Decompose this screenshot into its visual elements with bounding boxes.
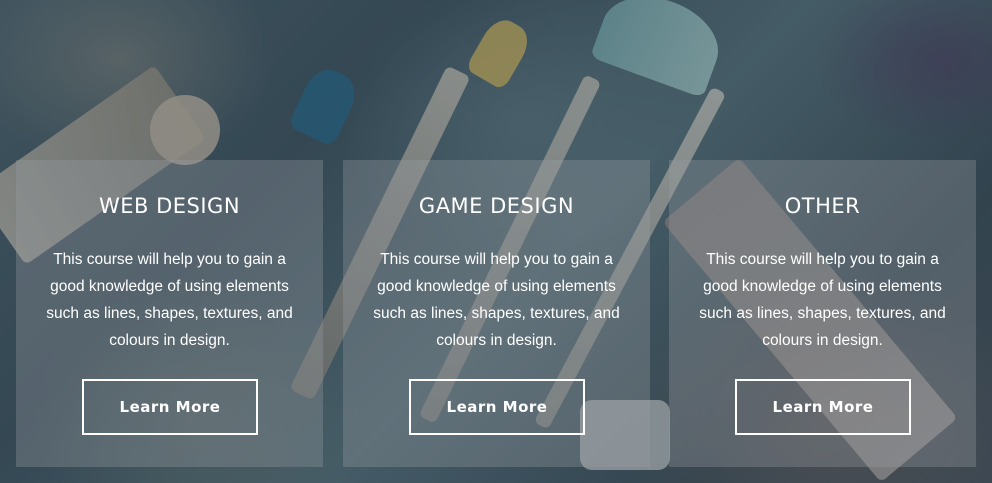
course-card-game-design: GAME DESIGN This course will help you to…	[343, 160, 650, 467]
learn-more-button[interactable]: Learn More	[409, 379, 585, 435]
card-description: This course will help you to gain a good…	[699, 251, 946, 349]
learn-more-button[interactable]: Learn More	[82, 379, 258, 435]
course-card-web-design: WEB DESIGN This course will help you to …	[16, 160, 323, 467]
card-description: This course will help you to gain a good…	[373, 251, 620, 349]
course-cards: WEB DESIGN This course will help you to …	[0, 0, 992, 483]
learn-more-button[interactable]: Learn More	[735, 379, 911, 435]
card-title: WEB DESIGN	[98, 194, 241, 218]
card-title: OTHER	[784, 194, 861, 218]
card-description: This course will help you to gain a good…	[46, 251, 293, 349]
card-title: GAME DESIGN	[418, 194, 575, 218]
course-card-other: OTHER This course will help you to gain …	[669, 160, 976, 467]
